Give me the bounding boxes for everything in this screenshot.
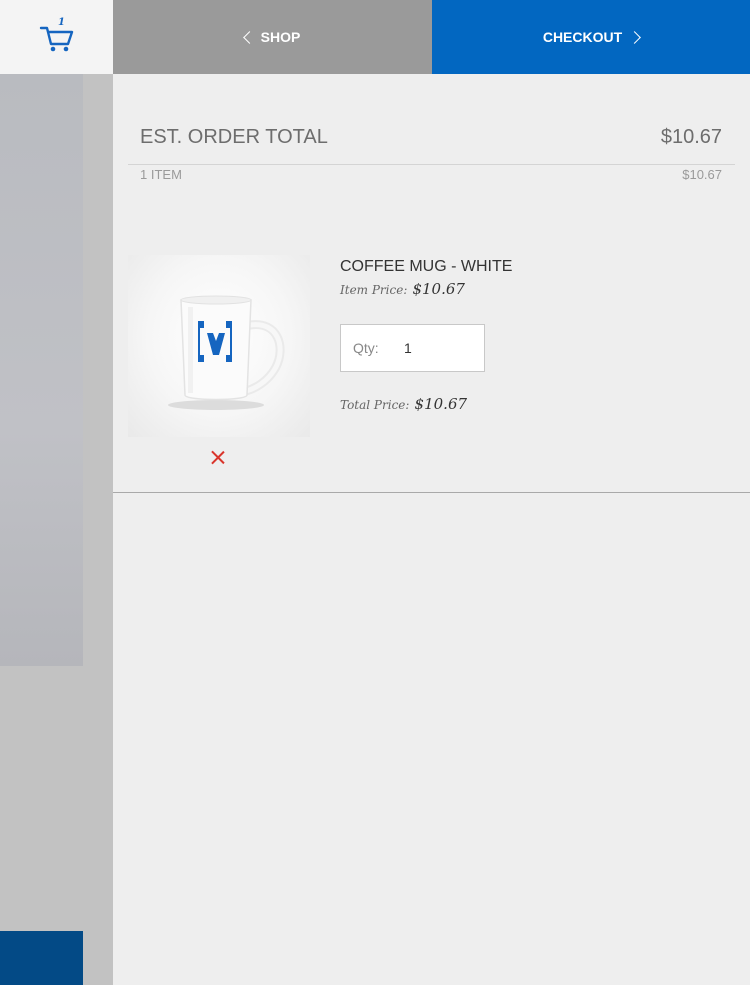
quantity-label: Qty: [353,340,379,356]
total-price-value: $10.67 [414,395,468,413]
checkout-label: CHECKOUT [542,29,623,45]
order-total-row: EST. ORDER TOTAL $10.67 [140,126,722,149]
background-panel [0,74,83,666]
remove-item-button[interactable] [208,447,228,467]
product-name: COFFEE MUG - WHITE [340,258,513,275]
total-price-row: Total Price: $10.67 [340,394,467,413]
shop-label: SHOP [260,29,301,45]
items-count-row: 1 ITEM $10.67 [140,167,722,182]
summary-divider [128,164,735,165]
cart-icon [39,20,75,54]
background-footer-block [0,931,83,985]
items-subtotal: $10.67 [682,167,722,182]
cart-count-badge: 1 [58,17,65,28]
cart-panel: EST. ORDER TOTAL $10.67 1 ITEM $10.67 CO… [113,74,750,985]
chevron-left-icon [242,31,256,44]
items-count-label: 1 ITEM [140,167,182,182]
quantity-field[interactable]: Qty: [340,324,485,372]
quantity-input[interactable] [404,340,474,356]
order-total-value: $10.67 [660,126,722,148]
checkout-button[interactable]: CHECKOUT [432,0,750,74]
item-price-label: Item Price: [340,283,408,297]
cart-button[interactable]: 1 [0,0,113,74]
shop-button[interactable]: SHOP [113,0,432,74]
item-divider [113,492,750,493]
chevron-right-icon [628,31,642,44]
item-price-row: Item Price: $10.67 [340,279,465,298]
order-total-label: EST. ORDER TOTAL [140,126,328,148]
total-price-label: Total Price: [340,398,410,412]
item-price-value: $10.67 [412,280,465,298]
product-image [128,255,310,437]
